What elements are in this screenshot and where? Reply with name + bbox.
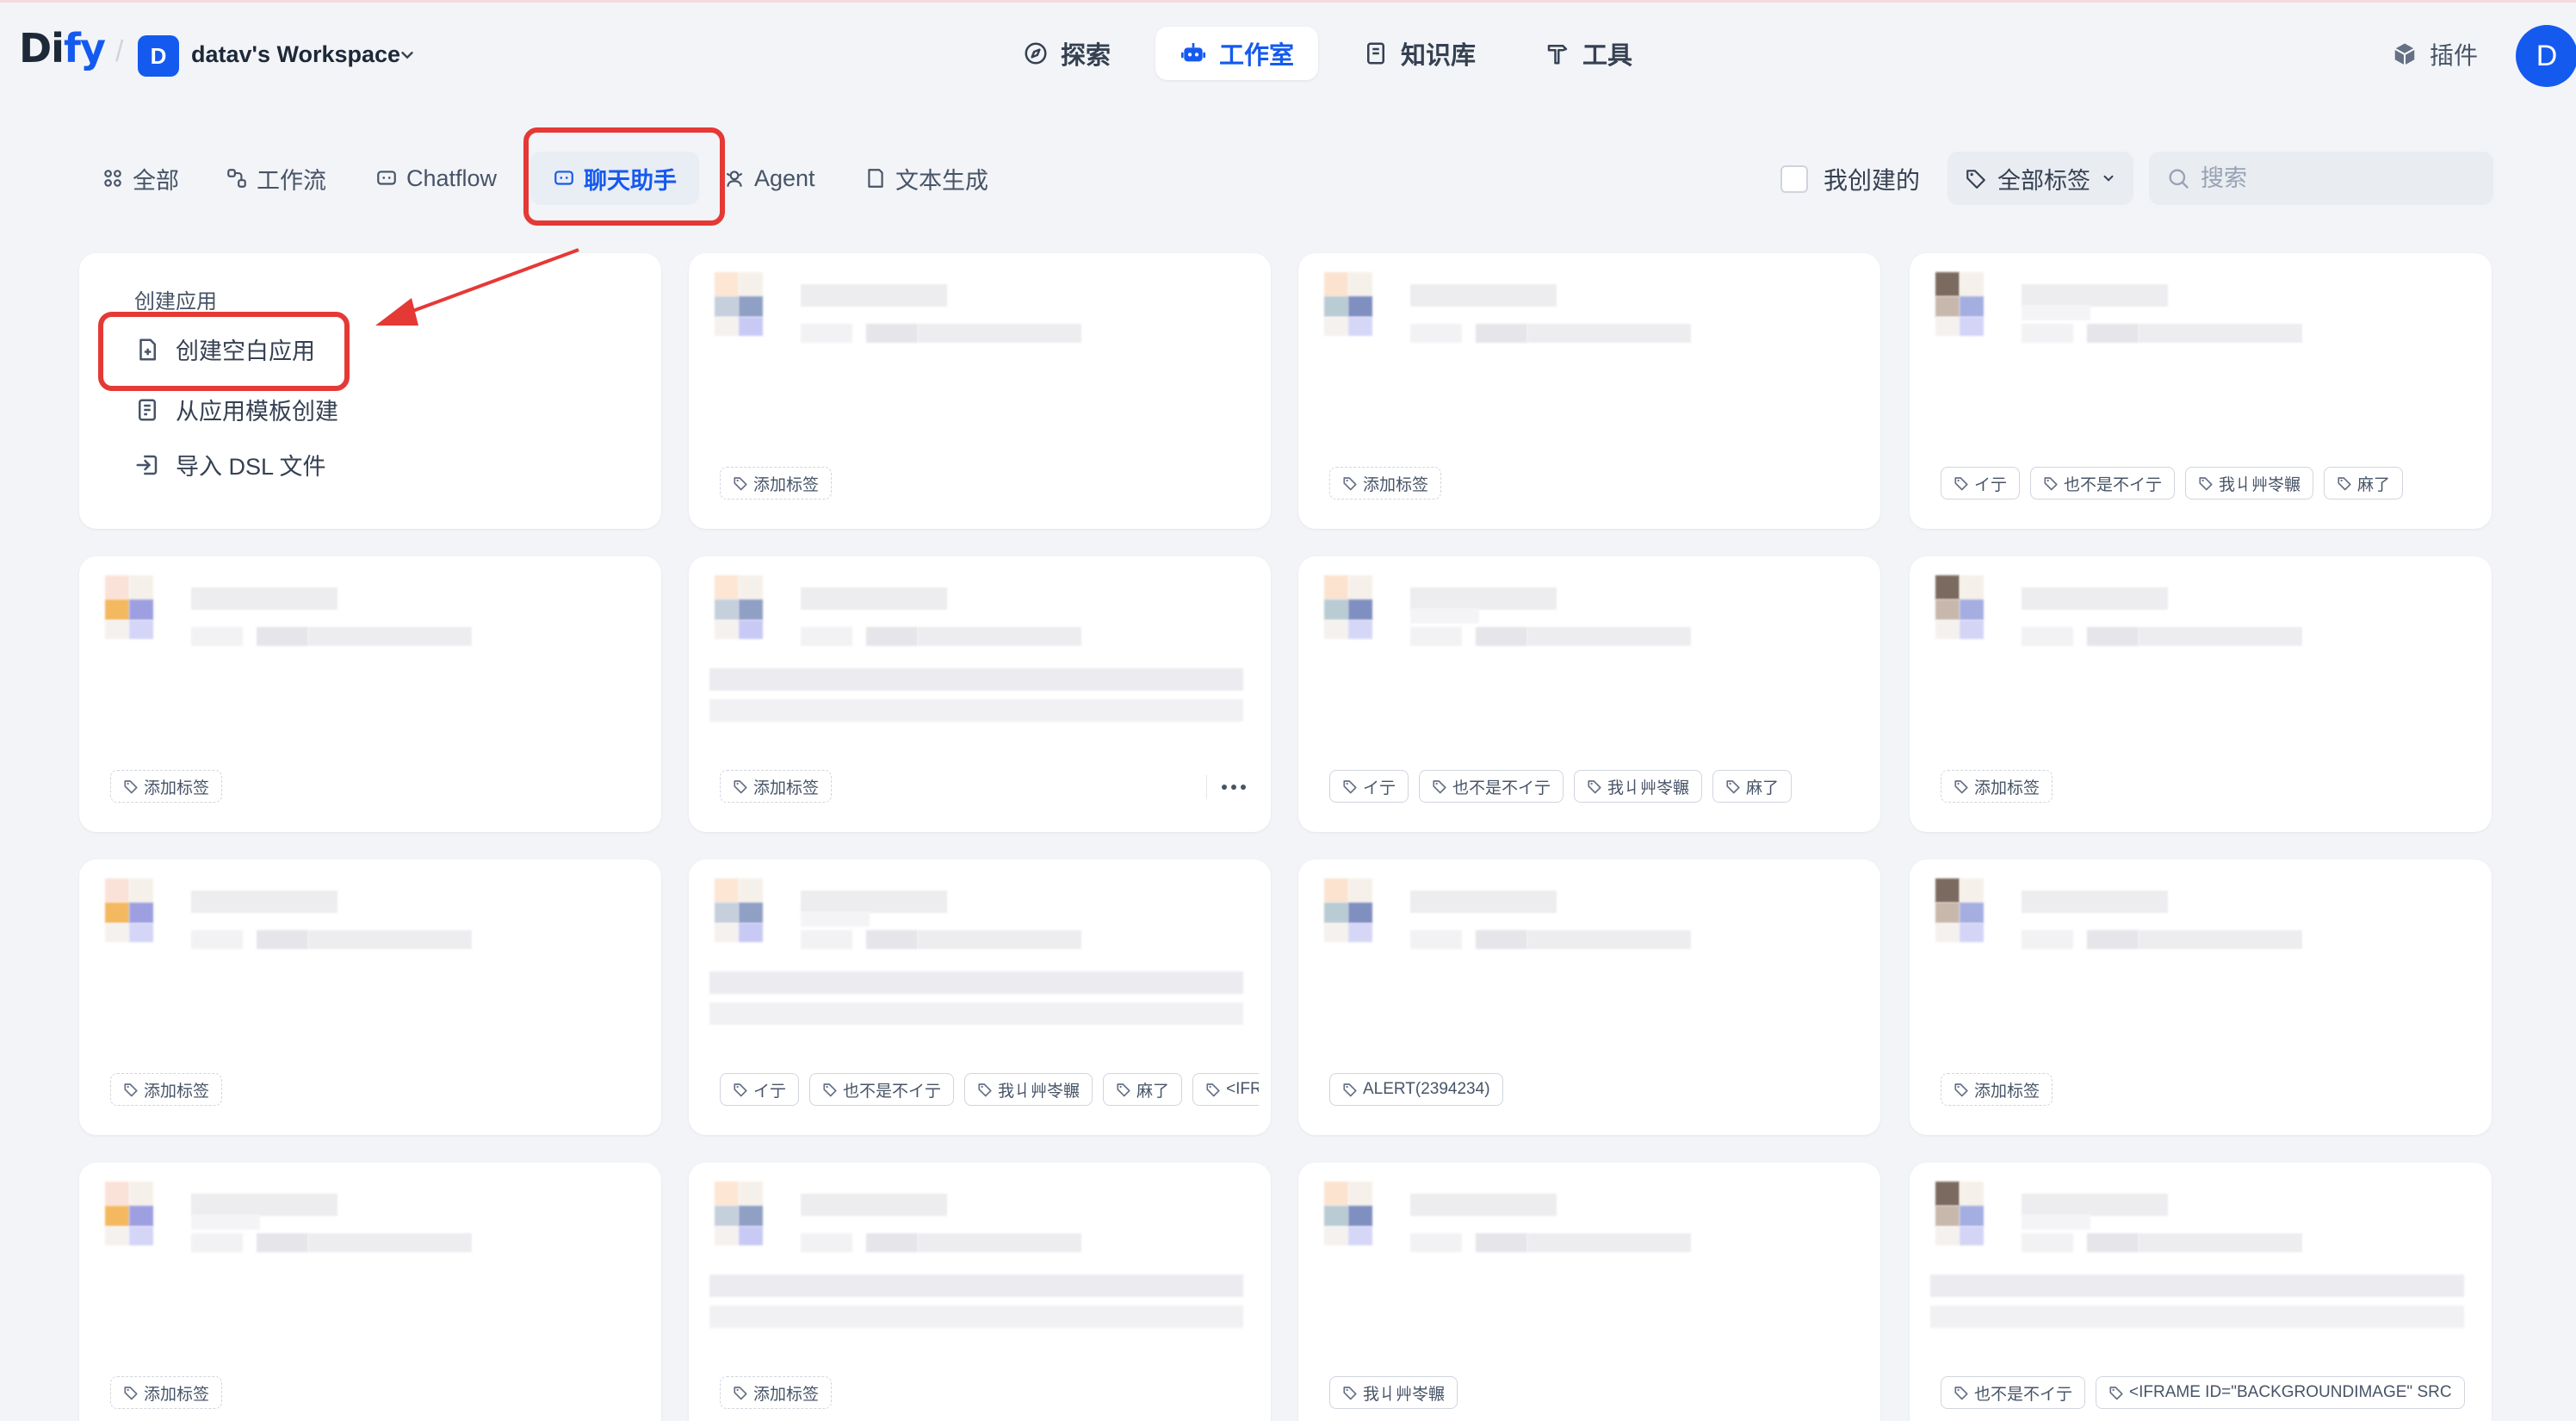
annotation-arrow	[375, 248, 579, 326]
